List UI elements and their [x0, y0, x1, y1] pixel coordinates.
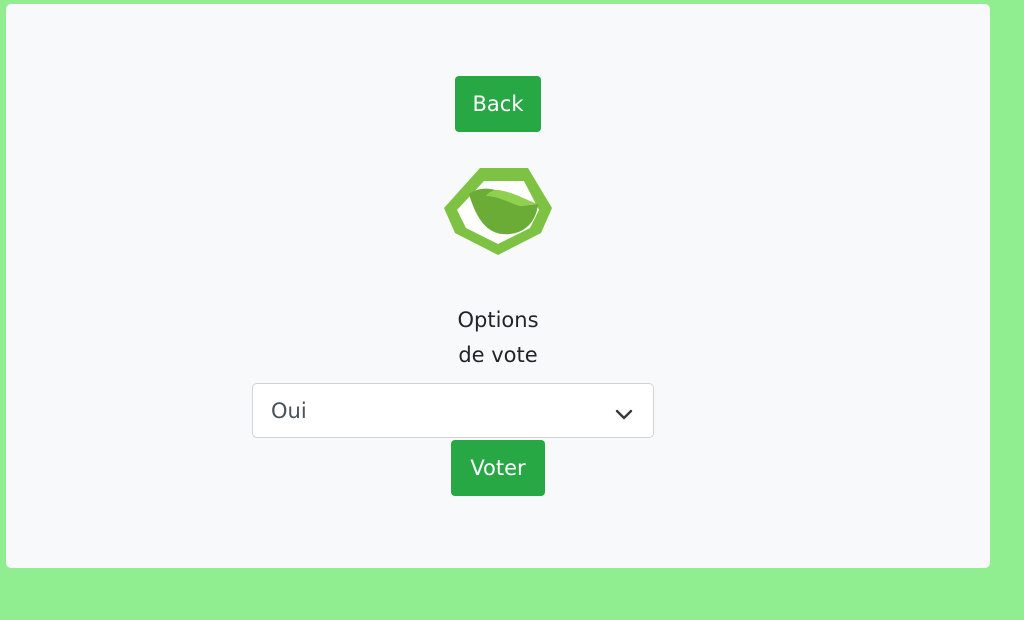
leaf-logo-icon: [442, 166, 554, 256]
vote-button[interactable]: Voter: [451, 440, 545, 496]
vote-options-label: Options de vote: [398, 303, 598, 373]
label-line-1: Options: [457, 308, 539, 332]
label-line-2: de vote: [458, 343, 538, 367]
back-button[interactable]: Back: [455, 76, 541, 132]
chevron-down-icon: [615, 403, 633, 420]
vote-card: Back Options de vote Oui Voter: [6, 4, 990, 568]
vote-option-select[interactable]: Oui: [252, 383, 654, 438]
select-value: Oui: [271, 398, 307, 423]
